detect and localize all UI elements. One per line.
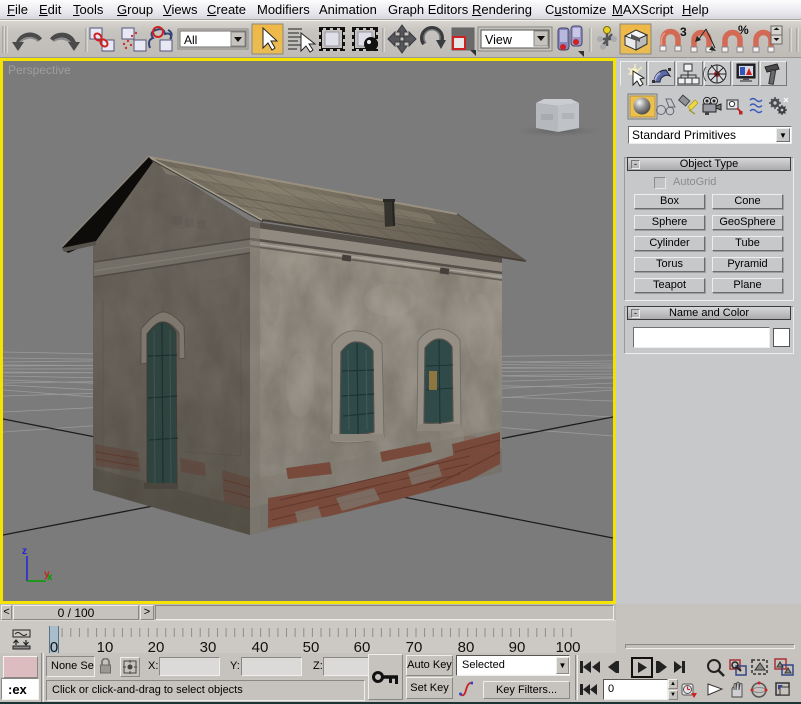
svg-text:All: All bbox=[184, 33, 197, 47]
svg-text:%: % bbox=[738, 23, 749, 37]
svg-text:40: 40 bbox=[252, 639, 269, 653]
svg-text:10: 10 bbox=[97, 639, 114, 653]
svg-text:80: 80 bbox=[458, 639, 475, 653]
svg-text:70: 70 bbox=[406, 639, 423, 653]
svg-text:100: 100 bbox=[555, 639, 580, 653]
svg-text:3: 3 bbox=[680, 25, 687, 39]
svg-text:30: 30 bbox=[200, 639, 217, 653]
svg-text:z: z bbox=[22, 546, 27, 557]
svg-text:50: 50 bbox=[303, 639, 320, 653]
svg-text:60: 60 bbox=[354, 639, 371, 653]
svg-text:x: x bbox=[47, 572, 53, 583]
svg-text:20: 20 bbox=[148, 639, 165, 653]
svg-text:0: 0 bbox=[50, 639, 58, 653]
svg-text:90: 90 bbox=[509, 639, 526, 653]
svg-text:View: View bbox=[485, 33, 513, 47]
